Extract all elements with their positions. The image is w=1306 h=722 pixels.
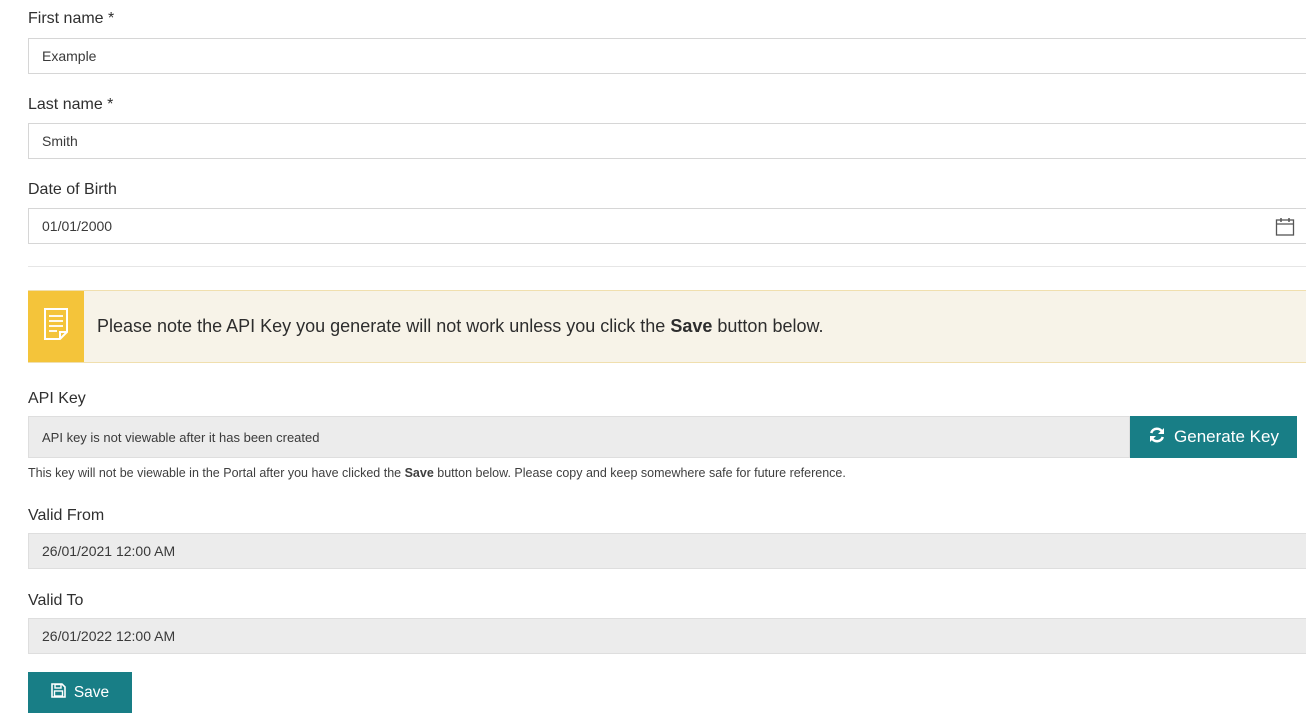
notice-save-emphasis: Save [670, 316, 713, 336]
helper-save-emphasis: Save [404, 466, 434, 480]
save-label: Save [73, 683, 110, 701]
last-name-label: Last name * [28, 96, 114, 113]
first-name-input[interactable]: Example [28, 38, 1306, 74]
api-key-label: API Key [28, 390, 86, 407]
valid-to-label: Valid To [28, 592, 84, 609]
notice-text-part: button below. [717, 316, 824, 336]
notice-accent [28, 291, 84, 362]
last-name-input[interactable]: Smith [28, 123, 1306, 159]
dob-value: 01/01/2000 [42, 218, 113, 234]
dob-label: Date of Birth [28, 181, 117, 198]
helper-text-part: button below. Please copy and keep somew… [433, 466, 846, 480]
valid-to-input[interactable]: 26/01/2022 12:00 AM [28, 618, 1306, 654]
first-name-label: First name * [28, 10, 115, 27]
refresh-icon [1148, 426, 1166, 449]
generate-key-button[interactable]: Generate Key [1130, 416, 1297, 458]
section-divider [28, 266, 1306, 267]
dob-input[interactable]: 01/01/2000 [28, 208, 1306, 244]
api-key-input[interactable]: API key is not viewable after it has bee… [28, 416, 1130, 458]
valid-from-label: Valid From [28, 507, 105, 524]
save-button[interactable]: Save [28, 672, 132, 713]
valid-from-input[interactable]: 26/01/2021 12:00 AM [28, 533, 1306, 569]
generate-key-label: Generate Key [1174, 427, 1279, 446]
api-key-group: API key is not viewable after it has bee… [28, 416, 1306, 458]
helper-text-part: This key will not be viewable in the Por… [28, 466, 405, 480]
document-note-icon [43, 307, 69, 346]
notice-text-part: Please note the API Key you generate wil… [97, 316, 666, 336]
api-key-notice: Please note the API Key you generate wil… [28, 290, 1306, 363]
api-key-helper-text: This key will not be viewable in the Por… [28, 466, 846, 480]
save-icon [51, 682, 66, 703]
notice-text: Please note the API Key you generate wil… [97, 291, 824, 362]
calendar-icon[interactable] [1275, 217, 1295, 237]
